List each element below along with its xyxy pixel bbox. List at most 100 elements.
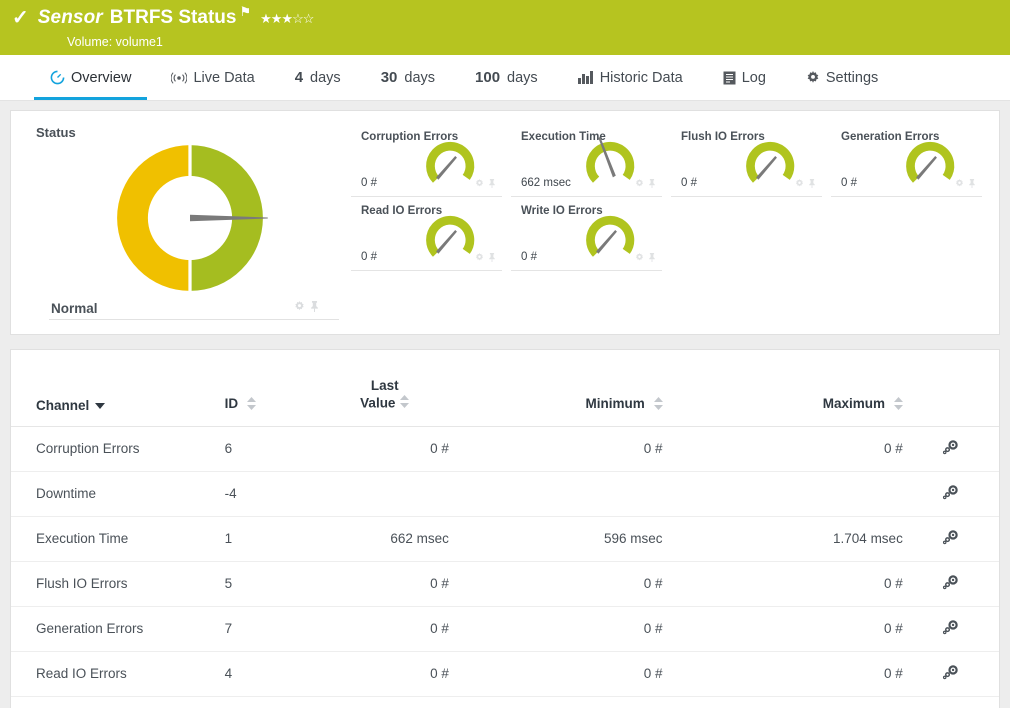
cell-last-value: 0 # xyxy=(321,561,449,606)
table-row[interactable]: Status2NormalNormalNormal xyxy=(11,696,999,708)
channel-settings-icon[interactable] xyxy=(942,439,959,459)
tab-label: Historic Data xyxy=(600,70,683,86)
table-row[interactable]: Generation Errors70 #0 #0 # xyxy=(11,606,999,651)
cell-channel[interactable]: Corruption Errors xyxy=(11,426,225,471)
small-gauge-value: 0 # xyxy=(681,177,697,189)
status-gauge-container xyxy=(39,137,339,312)
small-gauge-tools xyxy=(635,175,656,193)
channel-settings-icon[interactable] xyxy=(942,619,959,639)
table-row[interactable]: Flush IO Errors50 #0 #0 # xyxy=(11,561,999,606)
pin-icon[interactable] xyxy=(310,299,319,317)
tab-log[interactable]: Log xyxy=(703,55,786,100)
small-gauge-tools xyxy=(475,175,496,193)
sort-desc-caret-icon xyxy=(95,403,105,409)
column-header-channel[interactable]: Channel xyxy=(11,350,225,426)
pin-icon[interactable] xyxy=(648,249,656,267)
tab-live-data[interactable]: Live Data xyxy=(151,55,274,100)
table-header-row: Channel ID Last Value Minimum xyxy=(11,350,999,426)
pin-icon[interactable] xyxy=(648,175,656,193)
cell-actions[interactable] xyxy=(903,606,999,651)
cell-maximum: Normal xyxy=(663,696,903,708)
column-label: Minimum xyxy=(586,396,645,411)
gear-icon[interactable] xyxy=(294,299,305,317)
column-header-minimum[interactable]: Minimum xyxy=(449,350,663,426)
cell-channel[interactable]: Generation Errors xyxy=(11,606,225,651)
cell-actions[interactable] xyxy=(903,426,999,471)
cell-channel[interactable]: Flush IO Errors xyxy=(11,561,225,606)
pin-icon[interactable] xyxy=(488,175,496,193)
cell-channel[interactable]: Execution Time xyxy=(11,516,225,561)
gear-icon[interactable] xyxy=(635,249,644,267)
bar-chart-icon xyxy=(578,71,594,84)
small-gauge-dial xyxy=(740,131,800,189)
cell-channel[interactable]: Read IO Errors xyxy=(11,651,225,696)
tab-days-number: 100 xyxy=(475,69,500,86)
flag-icon[interactable]: ⚑ xyxy=(239,5,251,18)
priority-stars[interactable]: ★★★☆☆ xyxy=(260,12,313,25)
column-header-id[interactable]: ID xyxy=(225,350,321,426)
small-gauge-tools xyxy=(635,249,656,267)
gear-icon[interactable] xyxy=(955,175,964,193)
tab-label: Overview xyxy=(71,70,131,86)
channel-settings-icon[interactable] xyxy=(942,484,959,504)
tab-30-days[interactable]: 30 days xyxy=(361,55,455,100)
tab-historic-data[interactable]: Historic Data xyxy=(558,55,703,100)
pin-icon[interactable] xyxy=(808,175,816,193)
cell-maximum xyxy=(663,471,903,516)
small-gauge-generation-errors[interactable]: Generation Errors 0 # xyxy=(831,125,982,197)
status-tools xyxy=(294,299,319,317)
small-gauge-flush-io-errors[interactable]: Flush IO Errors 0 # xyxy=(671,125,822,197)
column-label: Channel xyxy=(36,398,89,413)
cell-maximum: 0 # xyxy=(663,561,903,606)
small-gauge-corruption-errors[interactable]: Corruption Errors 0 # xyxy=(351,125,502,197)
tab-overview[interactable]: Overview xyxy=(30,55,151,100)
sensor-kind-label: Sensor xyxy=(38,7,103,29)
column-header-maximum[interactable]: Maximum xyxy=(663,350,903,426)
table-row[interactable]: Corruption Errors60 #0 #0 # xyxy=(11,426,999,471)
gear-icon[interactable] xyxy=(475,249,484,267)
cell-actions[interactable] xyxy=(903,516,999,561)
tab-settings[interactable]: Settings xyxy=(786,55,898,100)
small-gauge-write-io-errors[interactable]: Write IO Errors 0 # xyxy=(511,199,662,271)
cell-actions[interactable] xyxy=(903,696,999,708)
small-gauge-execution-time[interactable]: Execution Time 662 msec xyxy=(511,125,662,197)
pin-icon[interactable] xyxy=(968,175,976,193)
gear-icon[interactable] xyxy=(475,175,484,193)
small-gauge-read-io-errors[interactable]: Read IO Errors 0 # xyxy=(351,199,502,271)
gauge-icon xyxy=(50,70,65,85)
table-row[interactable]: Execution Time1662 msec596 msec1.704 mse… xyxy=(11,516,999,561)
tab-bar: Overview Live Data 4 days 30 days 100 da… xyxy=(0,55,1010,101)
cell-actions[interactable] xyxy=(903,561,999,606)
tab-label: Settings xyxy=(826,70,878,86)
cell-last-value: Normal xyxy=(321,696,449,708)
small-gauge-tools xyxy=(475,249,496,267)
column-header-actions xyxy=(903,350,999,426)
channel-settings-icon[interactable] xyxy=(942,529,959,549)
cell-minimum: 0 # xyxy=(449,426,663,471)
table-row[interactable]: Downtime-4 xyxy=(11,471,999,516)
column-header-last-value[interactable]: Last Value xyxy=(321,350,449,426)
cell-channel[interactable]: Status xyxy=(11,696,225,708)
tab-label: days xyxy=(310,70,341,86)
channel-settings-icon[interactable] xyxy=(942,574,959,594)
status-donut-gauge[interactable] xyxy=(109,137,271,299)
pin-icon[interactable] xyxy=(488,249,496,267)
cell-actions[interactable] xyxy=(903,651,999,696)
cell-maximum: 0 # xyxy=(663,651,903,696)
gear-icon[interactable] xyxy=(795,175,804,193)
cell-maximum: 0 # xyxy=(663,426,903,471)
small-gauges-grid: Corruption Errors 0 # Execution Time 662… xyxy=(351,125,991,271)
small-gauge-value: 0 # xyxy=(521,251,537,263)
cell-actions[interactable] xyxy=(903,471,999,516)
status-divider xyxy=(49,319,339,320)
tab-4-days[interactable]: 4 days xyxy=(275,55,361,100)
sensor-subtitle: Volume: volume1 xyxy=(67,35,1010,49)
gear-icon[interactable] xyxy=(635,175,644,193)
tab-100-days[interactable]: 100 days xyxy=(455,55,558,100)
cell-channel[interactable]: Downtime xyxy=(11,471,225,516)
table-row[interactable]: Read IO Errors40 #0 #0 # xyxy=(11,651,999,696)
channel-settings-icon[interactable] xyxy=(942,664,959,684)
small-gauge-value: 0 # xyxy=(361,177,377,189)
cell-minimum: 0 # xyxy=(449,651,663,696)
sensor-name-label: BTRFS Status xyxy=(110,7,237,29)
